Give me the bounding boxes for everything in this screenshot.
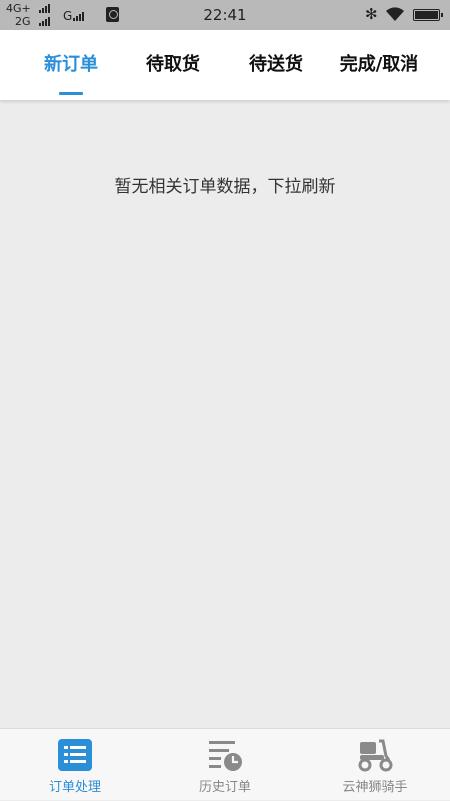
bluetooth-icon: ✻	[365, 5, 378, 23]
nav-label-order-history: 历史订单	[198, 780, 251, 795]
nav-order-processing[interactable]: 订单处理	[0, 729, 150, 801]
nav-label-order-processing: 订单处理	[48, 780, 101, 795]
active-tab-indicator	[59, 92, 83, 95]
nav-order-history[interactable]: 历史订单	[150, 729, 300, 801]
tab-completed-cancelled[interactable]: 完成/取消	[330, 30, 428, 100]
history-icon	[209, 741, 242, 771]
status-bar: 4G+ 2G G 22:41 ✻	[0, 0, 450, 30]
bottom-navigation: 订单处理 历史订单 云神狮骑手	[0, 728, 450, 800]
order-tabs: 新订单 待取货 待送货 完成/取消	[0, 30, 450, 100]
empty-state-message: 暂无相关订单数据，下拉刷新	[114, 177, 336, 197]
order-list-icon	[58, 739, 92, 771]
tab-to-deliver[interactable]: 待送货	[235, 30, 317, 100]
scooter-icon	[358, 739, 393, 772]
nav-rider-profile[interactable]: 云神狮骑手	[300, 729, 450, 801]
clock: 22:41	[203, 6, 247, 24]
wifi-icon	[386, 7, 404, 21]
nav-label-rider-profile: 云神狮骑手	[342, 780, 408, 795]
tab-new-orders[interactable]: 新订单	[30, 30, 112, 100]
tab-to-pickup[interactable]: 待取货	[132, 30, 214, 100]
battery-icon	[413, 9, 443, 21]
